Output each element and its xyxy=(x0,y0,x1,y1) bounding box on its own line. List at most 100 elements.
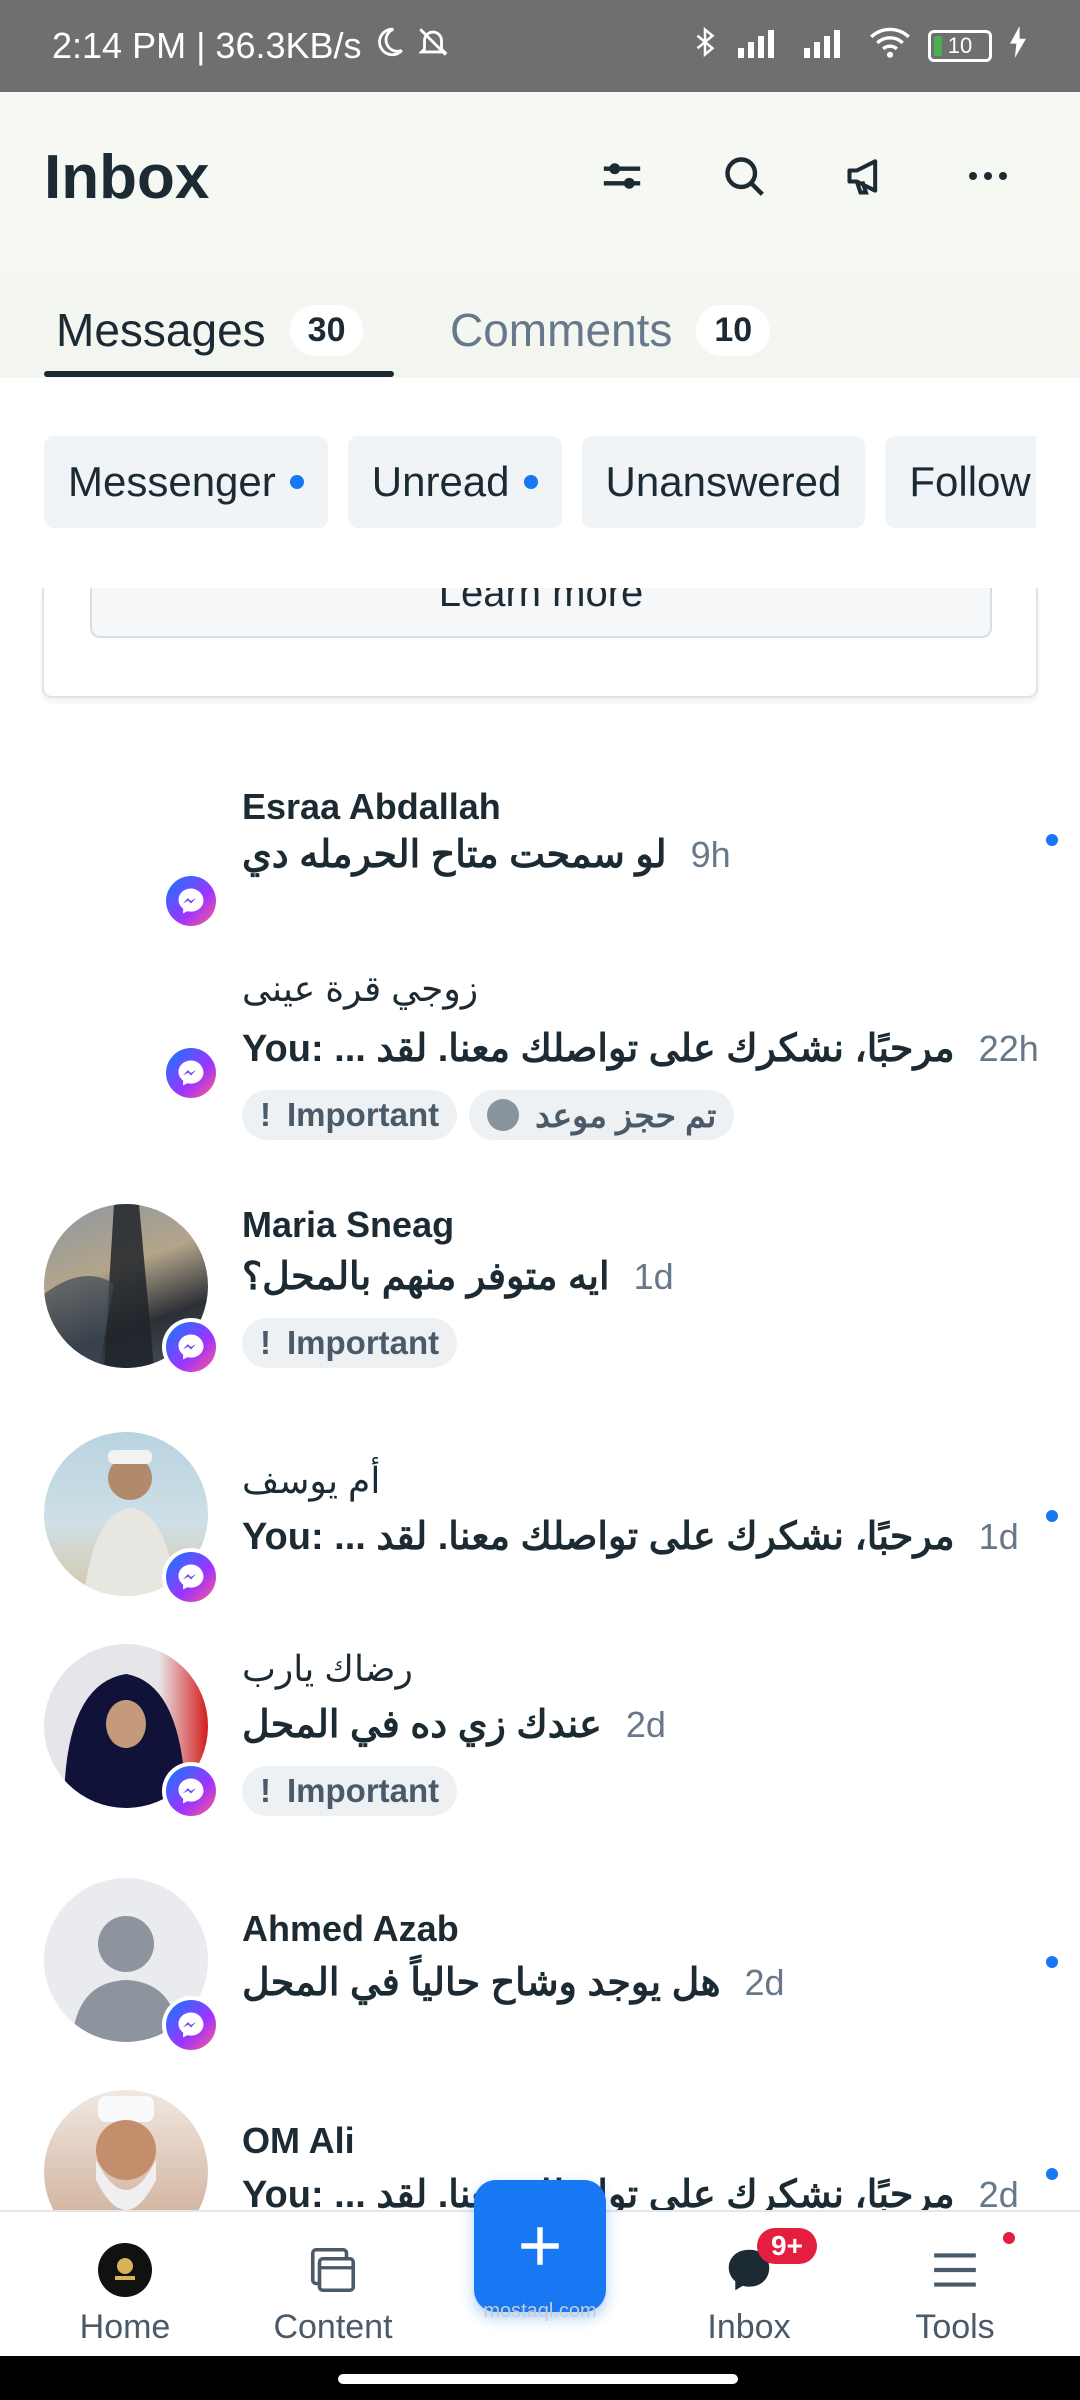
profile-logo-icon xyxy=(93,2240,157,2300)
message-time: 2d xyxy=(625,1703,666,1745)
unread-dot xyxy=(1046,2168,1058,2180)
preview-text: لو سمحت متاح الحرمله دي xyxy=(242,834,667,876)
more-icon[interactable] xyxy=(956,144,1020,208)
tab-comments-count: 10 xyxy=(696,304,771,356)
nav-tools-label: Tools xyxy=(915,2308,995,2346)
message-preview: You: ... مرحبًا، نشكرك على تواصلك معنا. … xyxy=(242,1514,1019,1559)
messenger-badge-icon xyxy=(162,1548,220,1606)
tag-prefix: ! xyxy=(260,1324,271,1361)
tag-appointment: تم حجز موعد xyxy=(469,1090,735,1140)
megaphone-icon[interactable] xyxy=(834,144,898,208)
tag-important: ! Important xyxy=(242,1090,458,1140)
filter-chip-messenger[interactable]: Messenger xyxy=(44,436,328,528)
message-preview: عندك زي ده في المحل 2d xyxy=(242,1702,666,1747)
chip-active-dot xyxy=(523,475,538,489)
tag-prefix: ! xyxy=(260,1096,271,1133)
message-time: 2d xyxy=(978,2173,1019,2211)
message-preview: هل يوجد وشاح حالياً في المحل 2d xyxy=(242,1960,785,2005)
system-nav-bar xyxy=(0,2356,1080,2400)
message-preview: ايه متوفر منهم بالمحل؟ 1d xyxy=(242,1254,674,1299)
message-tags: ! Important xyxy=(242,1766,458,1816)
nav-content[interactable]: Content xyxy=(248,2212,418,2358)
muted-bell-icon xyxy=(416,25,450,68)
list-item[interactable]: رضاك يارب عندك زي ده في المحل 2d ! Import… xyxy=(0,1644,1080,1844)
active-tab-indicator xyxy=(44,371,394,377)
tag-important: ! Important xyxy=(242,1766,458,1816)
signal-icon-1 xyxy=(736,25,786,67)
preview-text: ايه متوفر منهم بالمحل؟ xyxy=(242,1256,610,1298)
filter-chip-unread[interactable]: Unread xyxy=(347,436,562,528)
learn-more-button[interactable]: Learn more xyxy=(90,588,992,638)
chip-label: Follow xyxy=(909,458,1031,505)
message-time: 9h xyxy=(690,833,731,875)
message-preview: You: ... مرحبًا، نشكرك على تواصلك معنا. … xyxy=(242,2172,1019,2211)
tab-comments[interactable]: Comments 10 xyxy=(450,282,771,378)
filter-icon[interactable] xyxy=(590,144,654,208)
create-button[interactable] xyxy=(474,2180,606,2312)
messenger-badge-icon xyxy=(162,872,220,930)
tag-important: ! Important xyxy=(242,1318,458,1368)
message-tags: ! Important xyxy=(242,1318,458,1368)
page-title: Inbox xyxy=(44,143,210,212)
hamburger-menu-icon xyxy=(923,2232,1015,2300)
search-icon[interactable] xyxy=(712,144,776,208)
filter-chip-follow[interactable]: Follow xyxy=(885,436,1036,528)
unread-dot xyxy=(1046,834,1058,846)
home-indicator[interactable] xyxy=(338,2374,738,2384)
sender-name: أم يوسف xyxy=(242,1460,381,1501)
filter-chips: Messenger Unread Unanswered Follow xyxy=(44,436,1036,528)
message-time: 2d xyxy=(744,1961,785,2003)
nav-inbox[interactable]: 9+ Inbox xyxy=(664,2212,834,2358)
nav-content-label: Content xyxy=(273,2308,393,2346)
list-item[interactable]: Ahmed Azab هل يوجد وشاح حالياً في المحل … xyxy=(0,1878,1080,2058)
unread-dot xyxy=(1046,1956,1058,1968)
list-item[interactable]: Maria Sneag ايه متوفر منهم بالمحل؟ 1d ! I… xyxy=(0,1200,1080,1390)
chip-label: Unread xyxy=(371,458,510,505)
message-time: 1d xyxy=(633,1255,674,1297)
content-icon xyxy=(301,2240,365,2300)
watermark: mostaql.com xyxy=(483,2300,597,2322)
chip-active-dot xyxy=(289,475,304,489)
sender-name: OM Ali xyxy=(242,2120,355,2161)
list-item[interactable]: زوجي قرة عينى You: ... مرحبًا، نشكرك على… xyxy=(0,960,1080,1160)
nav-inbox-label: Inbox xyxy=(707,2308,791,2346)
sender-name: رضاك يارب xyxy=(242,1648,413,1689)
message-time: 1d xyxy=(978,1515,1019,1557)
sender-name: زوجي قرة عينى xyxy=(242,968,479,1009)
filter-chip-unanswered[interactable]: Unanswered xyxy=(581,436,866,528)
list-item[interactable]: Esraa Abdallah لو سمحت متاح الحرمله دي 9… xyxy=(0,760,1080,940)
tab-messages[interactable]: Messages 30 xyxy=(56,282,364,378)
messenger-badge-icon xyxy=(162,1762,220,1820)
battery-icon: 10 xyxy=(928,30,992,62)
inbox-chat-icon: 9+ xyxy=(717,2228,817,2300)
status-time: 2:14 PM | 36.3KB/s xyxy=(52,25,362,66)
nav-tools[interactable]: Tools xyxy=(870,2212,1040,2358)
tag-label: Important xyxy=(287,1096,440,1133)
moon-icon xyxy=(372,25,406,68)
chip-label: Messenger xyxy=(68,458,276,505)
status-bar: 2:14 PM | 36.3KB/s 10 xyxy=(0,0,1080,92)
nav-home[interactable]: Home xyxy=(40,2212,210,2358)
preview-text: عندك زي ده في المحل xyxy=(242,1704,602,1746)
tag-label: Important xyxy=(287,1324,440,1361)
tag-color-dot xyxy=(487,1099,520,1131)
avatar xyxy=(44,2090,208,2210)
info-card: Learn more xyxy=(42,588,1038,698)
inbox-tabs: Messages 30 Comments 10 xyxy=(0,282,1080,378)
message-preview: لو سمحت متاح الحرمله دي 9h xyxy=(242,832,731,877)
unread-dot xyxy=(1046,1510,1058,1522)
inbox-count-badge: 9+ xyxy=(757,2228,817,2264)
list-item[interactable]: أم يوسف You: ... مرحبًا، نشكرك على تواصل… xyxy=(0,1430,1080,1610)
charging-icon xyxy=(1008,25,1028,67)
inbox-header: Inbox Messages 30 Comments 10 xyxy=(0,92,1080,378)
messenger-badge-icon xyxy=(162,1044,220,1102)
wifi-icon xyxy=(868,25,912,68)
preview-text: هل يوجد وشاح حالياً في المحل xyxy=(242,1962,721,2004)
signal-icon-2 xyxy=(802,25,852,67)
tag-prefix: ! xyxy=(260,1772,271,1809)
preview-text: You: ... مرحبًا، نشكرك على تواصلك معنا. … xyxy=(242,1516,955,1558)
messenger-badge-icon xyxy=(162,1318,220,1376)
sender-name: Maria Sneag xyxy=(242,1204,455,1245)
sender-name: Ahmed Azab xyxy=(242,1908,459,1949)
message-time: 22h xyxy=(978,1027,1039,1069)
